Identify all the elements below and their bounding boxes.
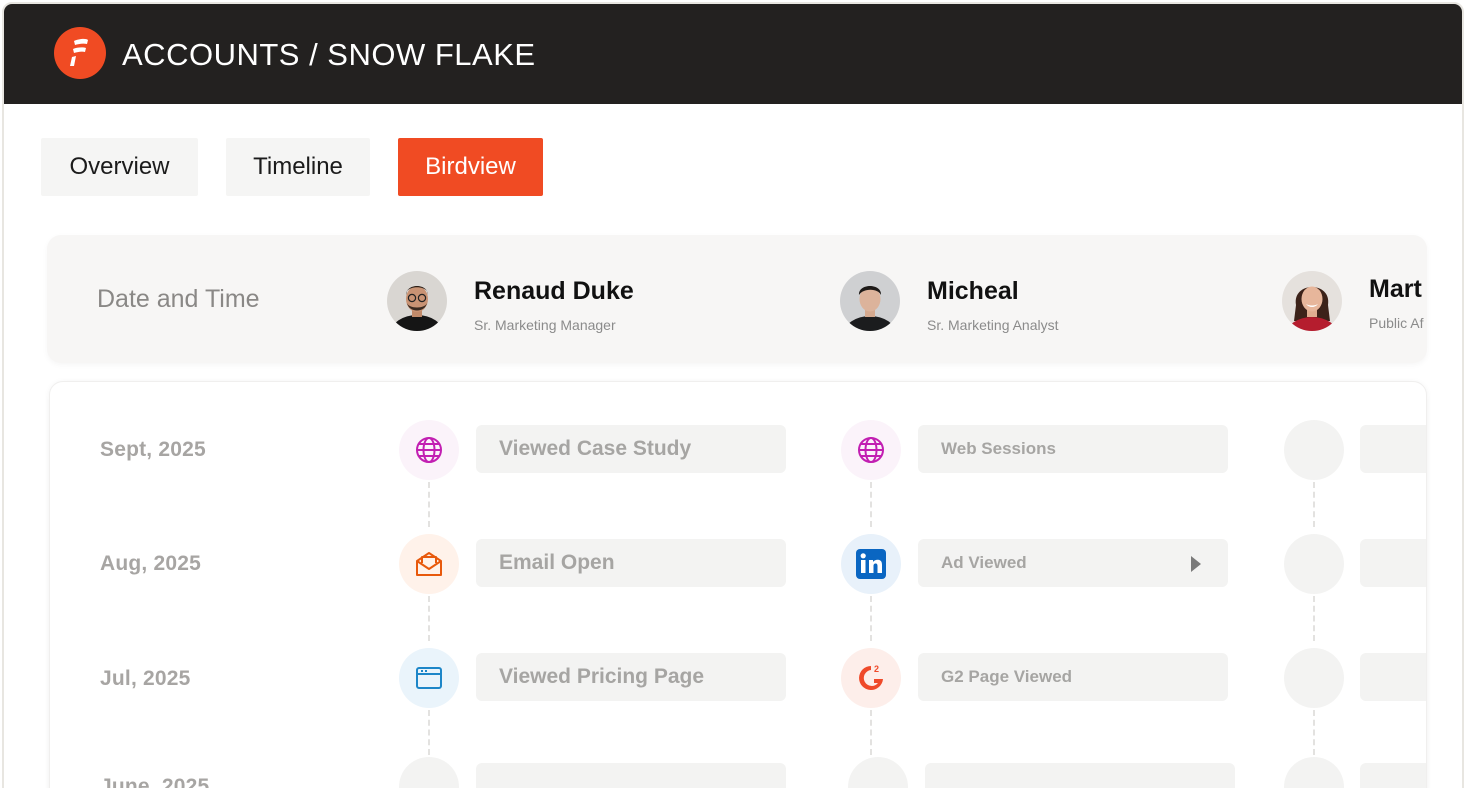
timeline-connector: [428, 482, 430, 527]
row-date: Sept, 2025: [100, 438, 206, 461]
event-item[interactable]: Ad Viewed: [918, 539, 1228, 587]
globe-icon: [841, 420, 901, 480]
placeholder-item: [1360, 763, 1426, 788]
timeline-connector: [428, 710, 430, 755]
avatar-renaud-duke[interactable]: [387, 271, 447, 331]
placeholder-icon: [848, 757, 908, 788]
event-item[interactable]: G2 Page Viewed: [918, 653, 1228, 701]
timeline-grid: Sept, 2025 Viewed Case Study Web Session…: [49, 381, 1427, 788]
placeholder-item: [1360, 539, 1426, 587]
timeline-connector: [870, 596, 872, 641]
row-date: Jul, 2025: [100, 667, 191, 690]
svg-text:2: 2: [874, 664, 879, 674]
timeline-connector: [1313, 710, 1315, 755]
event-item[interactable]: Email Open: [476, 539, 786, 587]
placeholder-icon: [1284, 757, 1344, 788]
row-date: Aug, 2025: [100, 552, 202, 575]
person-name: Micheal: [927, 277, 1019, 305]
timeline-connector: [870, 482, 872, 527]
envelope-icon: [399, 534, 459, 594]
person-name: Renaud Duke: [474, 277, 634, 305]
placeholder-icon: [1284, 534, 1344, 594]
tab-birdview[interactable]: Birdview: [398, 138, 543, 196]
date-column-header: Date and Time: [97, 285, 260, 313]
timeline-connector: [428, 596, 430, 641]
tab-overview[interactable]: Overview: [41, 138, 198, 196]
timeline-connector: [1313, 596, 1315, 641]
placeholder-item: [476, 763, 786, 788]
linkedin-icon: [841, 534, 901, 594]
people-header: Date and Time Renaud Duke Sr. Marketing …: [47, 235, 1427, 363]
timeline-connector: [1313, 482, 1315, 527]
person-role: Sr. Marketing Manager: [474, 317, 616, 333]
placeholder-item: [1360, 653, 1426, 701]
tab-timeline[interactable]: Timeline: [226, 138, 370, 196]
person-role: Sr. Marketing Analyst: [927, 317, 1059, 333]
placeholder-item: [1360, 425, 1426, 473]
avatar-mart[interactable]: [1282, 271, 1342, 331]
globe-icon: [399, 420, 459, 480]
app-window: ACCOUNTS / SNOW FLAKE Overview Timeline …: [2, 2, 1464, 788]
person-role: Public Af: [1369, 315, 1424, 331]
row-date: June, 2025: [100, 775, 210, 788]
browser-window-icon: [399, 648, 459, 708]
top-bar: ACCOUNTS / SNOW FLAKE: [4, 4, 1462, 104]
placeholder-item: [925, 763, 1235, 788]
placeholder-icon: [1284, 420, 1344, 480]
avatar-micheal[interactable]: [840, 271, 900, 331]
timeline-connector: [870, 710, 872, 755]
event-label: Ad Viewed: [941, 553, 1027, 572]
g2-icon: 2: [841, 648, 901, 708]
play-icon[interactable]: [1190, 555, 1202, 578]
placeholder-icon: [1284, 648, 1344, 708]
brand-logo-icon[interactable]: [54, 27, 106, 79]
person-name: Mart: [1369, 275, 1422, 303]
event-item[interactable]: Web Sessions: [918, 425, 1228, 473]
placeholder-icon: [399, 757, 459, 788]
page-title: ACCOUNTS / SNOW FLAKE: [122, 37, 536, 72]
event-item[interactable]: Viewed Case Study: [476, 425, 786, 473]
event-item[interactable]: Viewed Pricing Page: [476, 653, 786, 701]
